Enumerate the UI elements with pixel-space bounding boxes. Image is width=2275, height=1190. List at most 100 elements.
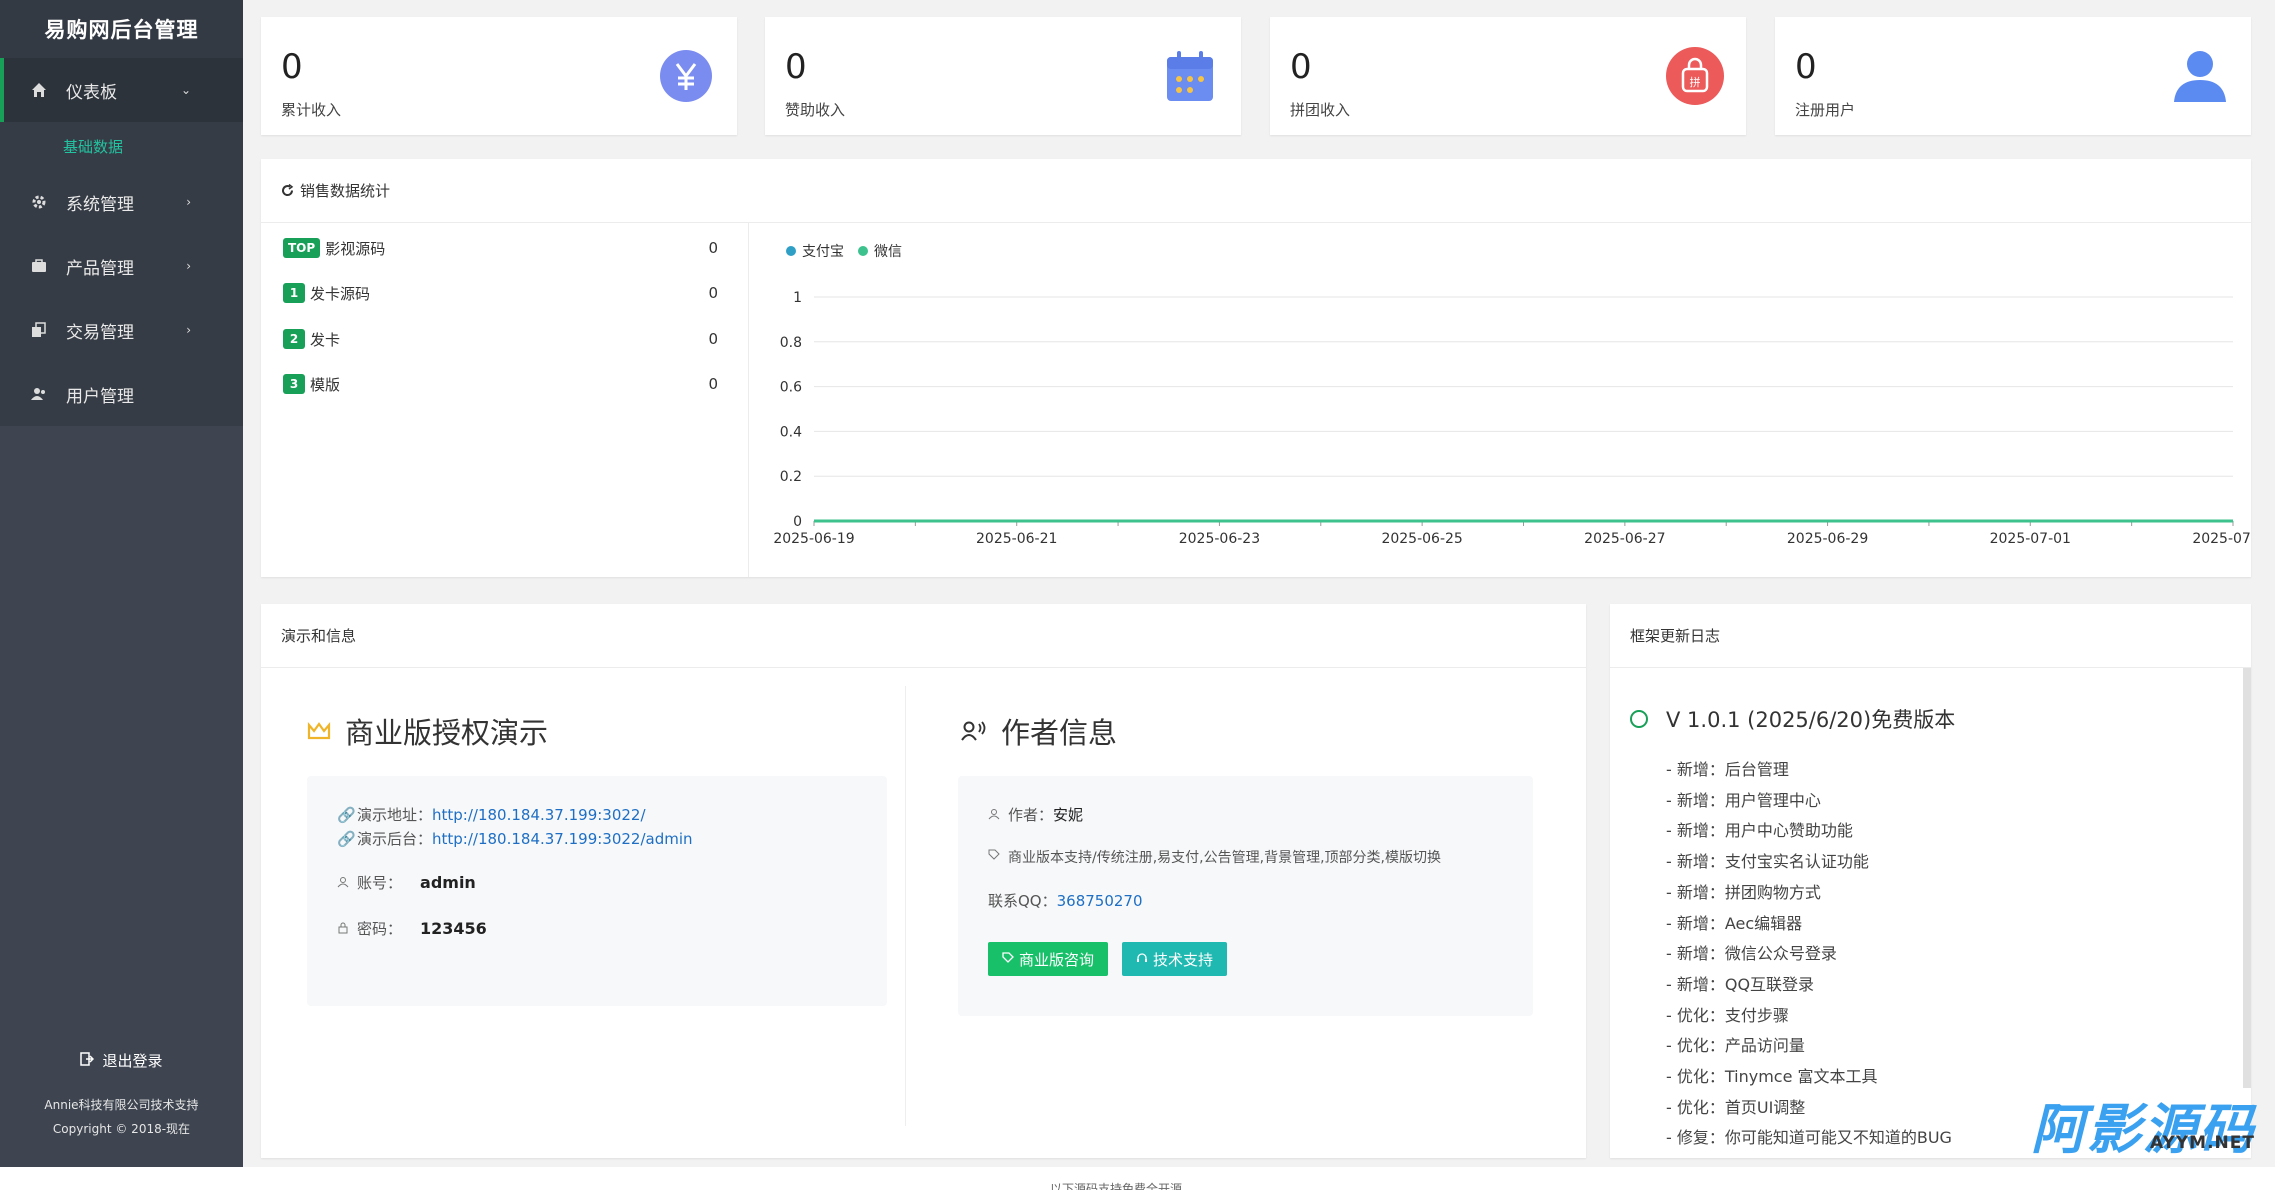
- field-label: 作者：: [1008, 806, 1054, 824]
- sidebar-item-products[interactable]: 产品管理 ›: [0, 234, 243, 298]
- gear-icon: [30, 193, 48, 211]
- sidebar-item-system[interactable]: 系统管理 ›: [0, 170, 243, 234]
- svg-text:拼: 拼: [1690, 75, 1701, 89]
- users-icon: [30, 385, 48, 403]
- product-name: 影视源码: [325, 239, 386, 258]
- product-ranking-list: TOP 影视源码 0 1 发卡源码 0 2 发卡 0 3 模版 0: [261, 223, 749, 577]
- commercial-consult-button[interactable]: 商业版咨询: [988, 942, 1108, 976]
- tech-support-button[interactable]: 技术支持: [1122, 942, 1227, 976]
- demo-address-row: 🔗 演示地址： http://180.184.37.199:3022/: [337, 804, 646, 825]
- field-label: 演示地址：: [357, 806, 433, 824]
- changelog-item: - 新增：用户管理中心: [1666, 790, 1821, 810]
- author-row: 作者： 安妮: [988, 804, 1083, 825]
- y-tick-label: 0.6: [780, 380, 802, 396]
- sales-stats-card: 销售数据统计 TOP 影视源码 0 1 发卡源码 0 2 发卡 0 3 模版 0: [261, 159, 2251, 577]
- stat-card-sponsor-income: 0 赞助收入: [765, 17, 1241, 135]
- y-tick-label: 0.2: [780, 469, 802, 485]
- product-value: 0: [708, 330, 718, 348]
- sidebar-item-label: 用户管理: [66, 386, 134, 407]
- legend-item-alipay[interactable]: 支付宝: [783, 241, 844, 261]
- stat-value: 0: [1290, 47, 1312, 87]
- list-item[interactable]: TOP 影视源码 0: [283, 233, 718, 263]
- changelog-item: - 新增：用户中心赞助功能: [1666, 821, 1853, 841]
- sidebar-item-label: 交易管理: [66, 322, 134, 343]
- y-tick-label: 1: [793, 290, 802, 306]
- scrollbar[interactable]: [2243, 668, 2251, 1088]
- button-label: 商业版咨询: [1018, 950, 1094, 969]
- x-tick-label: 2025-06-27: [1584, 531, 1665, 547]
- demo-info-card: 演示和信息 商业版授权演示 🔗 演示地址： http://180.184.37.…: [261, 604, 1586, 1158]
- copy-icon: [30, 321, 48, 339]
- field-label: 联系QQ：: [988, 892, 1057, 910]
- demo-address-link[interactable]: http://180.184.37.199:3022/: [432, 806, 646, 824]
- license-demo-title: 商业版授权演示: [307, 710, 548, 752]
- app-logo[interactable]: 易购网后台管理: [0, 0, 243, 58]
- stat-value: 0: [785, 47, 807, 87]
- list-item[interactable]: 3 模版 0: [283, 369, 718, 399]
- legend-label: 微信: [874, 244, 902, 260]
- account-value: admin: [420, 873, 476, 892]
- changelog-version: V 1.0.1 (2025/6/20)免费版本: [1630, 704, 1955, 734]
- changelog-item: - 新增：支付宝实名认证功能: [1666, 852, 1869, 872]
- author-name: 安妮: [1053, 806, 1084, 824]
- x-tick-label: 2025-07-03: [2192, 531, 2250, 547]
- chart-canvas: 1 0.8 0.6 0.4 0.2 02025-06-19 2025-06-21 2025-0…: [773, 290, 2250, 547]
- sidebar-item-dashboard[interactable]: 仪表板 ⌄: [0, 58, 243, 122]
- demo-admin-link[interactable]: http://180.184.37.199:3022/admin: [432, 830, 693, 848]
- card-header: 演示和信息: [261, 604, 1586, 668]
- rank-badge: 1: [283, 283, 305, 303]
- license-info-box: 🔗 演示地址： http://180.184.37.199:3022/ 🔗 演示…: [307, 776, 887, 1006]
- field-label: 密码：: [357, 920, 403, 938]
- refresh-icon[interactable]: [281, 184, 294, 197]
- version-text: V 1.0.1 (2025/6/20)免费版本: [1666, 708, 1956, 732]
- sidebar-item-users[interactable]: 用户管理: [0, 362, 243, 426]
- list-item[interactable]: 2 发卡 0: [283, 324, 718, 354]
- qq-link[interactable]: 368750270: [1057, 892, 1143, 910]
- x-tick-label: 2025-06-23: [1179, 531, 1260, 547]
- tag-icon: [1002, 950, 1014, 968]
- lock-icon: [337, 920, 353, 938]
- chevron-right-icon: ›: [186, 323, 191, 337]
- changelog-item: - 优化：Tinymce 富文本工具: [1666, 1067, 1878, 1086]
- sidebar: 易购网后台管理 仪表板 ⌄ 基础数据 系统管理 › 产品管理 › 交易管理 › …: [0, 0, 243, 1167]
- list-item[interactable]: 1 发卡源码 0: [283, 278, 718, 308]
- card-title: 销售数据统计: [300, 182, 391, 200]
- changelog-item: - 优化：首页UI调整: [1666, 1097, 1806, 1117]
- legend-marker: [783, 243, 799, 259]
- x-tick-label: 2025-06-21: [976, 531, 1057, 547]
- link-icon: 🔗: [337, 805, 356, 824]
- chevron-right-icon: ›: [186, 259, 191, 273]
- field-label: 演示后台：: [357, 830, 433, 848]
- chevron-down-icon: ⌄: [180, 83, 191, 97]
- copyright-year: Copyright © 2018-现在: [52, 1122, 191, 1136]
- sidebar-subitem-basic-data[interactable]: 基础数据: [0, 122, 243, 170]
- features-text: 商业版本支持/传统注册,易支付,公告管理,背景管理,顶部分类,模版切换: [1008, 850, 1441, 866]
- rank-badge: 2: [283, 329, 305, 349]
- features-row: 商业版本支持/传统注册,易支付,公告管理,背景管理,顶部分类,模版切换: [988, 847, 1441, 867]
- watermark-en: AYYM.NET: [2150, 1133, 2255, 1153]
- sidebar-item-transactions[interactable]: 交易管理 ›: [0, 298, 243, 362]
- logout-button[interactable]: 退出登录: [80, 1050, 163, 1071]
- changelog-item: - 修复：你可能知道可能又不知道的BUG: [1666, 1128, 1952, 1148]
- link-icon: 🔗: [337, 829, 356, 848]
- changelog-card: 框架更新日志 V 1.0.1 (2025/6/20)免费版本 - 新增：后台管理…: [1610, 604, 2251, 1158]
- field-label: 账号：: [357, 874, 403, 892]
- demo-admin-row: 🔗 演示后台： http://180.184.37.199:3022/admin: [337, 828, 693, 849]
- chart-legend: 支付宝 微信: [783, 241, 902, 261]
- legend-item-wechat[interactable]: 微信: [855, 241, 902, 261]
- changelog-item: - 优化：支付步骤: [1666, 1005, 1789, 1025]
- changelog-item: - 新增：QQ互联登录: [1666, 974, 1815, 994]
- user-voice-icon: [961, 720, 987, 742]
- y-tick-label: 0.4: [780, 424, 802, 440]
- headset-icon: [1136, 950, 1148, 968]
- crown-icon: [307, 721, 331, 741]
- legend-marker: [855, 243, 871, 259]
- password-row: 密码： 123456: [337, 918, 487, 939]
- main-content: 0 累计收入 0 赞助收入 0 拼团收入 拼 0 注册用户 销售数据统计 TOP…: [243, 0, 2275, 1167]
- card-header: 销售数据统计: [261, 159, 2251, 223]
- column-divider: [905, 686, 906, 1126]
- stat-label: 赞助收入: [785, 101, 846, 119]
- author-info-title: 作者信息: [961, 710, 1117, 752]
- watermark-logo: 阿影源码 AYYM.NET: [2031, 1103, 2255, 1157]
- rank-badge: 3: [283, 374, 305, 394]
